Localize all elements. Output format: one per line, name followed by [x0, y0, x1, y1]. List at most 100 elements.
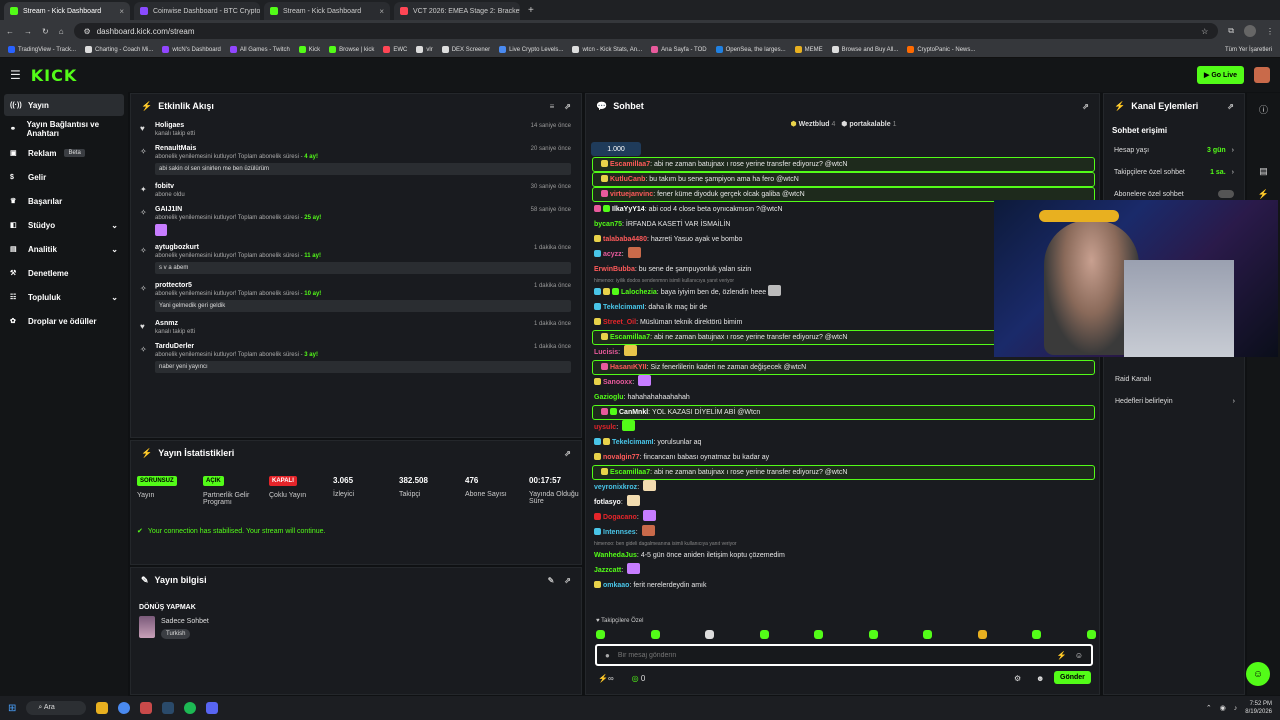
all-bookmarks[interactable]: Tüm Yer İşaretleri: [1225, 47, 1272, 53]
chat-access-row[interactable]: Takipçilere özel sohbet 1 sa. ›: [1104, 161, 1244, 183]
sidebar-item-topluluk[interactable]: ☷ Topluluk ⌄: [4, 286, 124, 308]
chat-username[interactable]: TekelcimamI: [603, 304, 645, 311]
bookmark-item[interactable]: wtcN's Dashboard: [162, 46, 221, 53]
chat-username[interactable]: HasanıKYII: [610, 364, 647, 371]
chat-username[interactable]: acyzz: [603, 251, 622, 258]
popout-icon[interactable]: ⇗: [1227, 102, 1234, 111]
chat-username[interactable]: veyronixkroz: [594, 484, 637, 491]
channel-action-row[interactable]: Raid Kanalı: [1105, 368, 1245, 390]
kick-emote-icon[interactable]: ⚡: [1057, 651, 1067, 660]
quick-emote-icon[interactable]: [868, 630, 878, 639]
chat-username[interactable]: Lucisis: [594, 349, 618, 356]
lightning-rail-icon[interactable]: ⚡: [1247, 189, 1280, 200]
chat-username[interactable]: ErwinBubba: [594, 266, 635, 273]
sidebar-item-gelir[interactable]: $ Gelir: [4, 166, 124, 188]
profile-avatar[interactable]: [1244, 25, 1256, 37]
url-field[interactable]: ⚙ dashboard.kick.com/stream ☆: [73, 23, 1219, 39]
filter-icon[interactable]: ≡: [550, 102, 555, 111]
browser-tab[interactable]: Coinwise Dashboard - BTC Crypto×: [134, 2, 260, 20]
start-icon[interactable]: ⊞: [8, 703, 16, 714]
send-button[interactable]: Gönder: [1054, 671, 1091, 684]
chat-username[interactable]: Escamillaa7: [610, 334, 650, 341]
quick-emote-icon[interactable]: [977, 630, 987, 639]
discord-icon[interactable]: [206, 702, 219, 714]
sidebar-item-droplar-ve-ödüller[interactable]: ✿ Droplar ve ödüller: [4, 310, 124, 332]
activity-username[interactable]: TarduDerler: [155, 343, 571, 350]
site-info-icon[interactable]: ⚙: [84, 27, 91, 36]
tab-close-icon[interactable]: ×: [119, 7, 124, 16]
chat-username[interactable]: Lalochezia: [621, 289, 657, 296]
sidebar-item-reklam[interactable]: ▣ Reklam Beta: [4, 142, 124, 164]
bookmark-item[interactable]: Live Crypto Levels...: [499, 46, 563, 53]
sidebar-item-stüdyo[interactable]: ◧ Stüdyo ⌄: [4, 214, 124, 236]
bookmark-item[interactable]: Browse | kick: [329, 46, 374, 53]
chat-username[interactable]: bycan75: [594, 221, 622, 228]
chat-username[interactable]: virtuejanvinc: [610, 191, 653, 198]
activity-username[interactable]: RenaultMais: [155, 145, 571, 152]
activity-username[interactable]: GAIJ1IN: [155, 206, 571, 213]
volume-icon[interactable]: ♪: [1234, 705, 1238, 712]
bookmark-item[interactable]: DEX Screener: [441, 46, 490, 53]
bookmark-item[interactable]: vlr: [416, 46, 433, 53]
sidebar-item-yayın[interactable]: ((·)) Yayın: [4, 94, 124, 116]
bookmark-item[interactable]: MEME: [794, 46, 823, 53]
toggle-switch[interactable]: [1218, 190, 1234, 198]
kick-logo[interactable]: KICK: [31, 66, 78, 85]
quick-emote-icon[interactable]: [1086, 630, 1096, 639]
chat-username[interactable]: WanhedaJus: [594, 552, 637, 559]
browser-menu-icon[interactable]: ⋮: [1266, 27, 1274, 36]
info-icon[interactable]: ⓘ: [1247, 103, 1280, 116]
quick-emote-icon[interactable]: [923, 630, 933, 639]
chat-username[interactable]: TekelcimamI: [612, 439, 654, 446]
moderation-icon[interactable]: ☻: [1036, 674, 1044, 683]
mod-name[interactable]: portakalable: [849, 121, 890, 128]
category-name[interactable]: Sadece Sohbet: [161, 618, 209, 625]
points-display[interactable]: ◎ 0: [632, 674, 646, 683]
emoji-icon[interactable]: ☺: [1075, 651, 1083, 660]
sidebar-item-analitik[interactable]: ▤ Analitik ⌄: [4, 238, 124, 260]
chat-username[interactable]: omkaao: [603, 582, 629, 589]
activity-username[interactable]: Holigaes: [155, 122, 571, 129]
sidebar-item-denetleme[interactable]: ⚒ Denetleme: [4, 262, 124, 284]
forward-icon[interactable]: →: [24, 27, 32, 36]
bookmark-item[interactable]: TradingView - Track...: [8, 46, 76, 53]
tray-chevron-icon[interactable]: ⌃: [1206, 704, 1212, 712]
quick-emote-icon[interactable]: [596, 630, 605, 639]
chrome-icon[interactable]: [118, 702, 131, 714]
new-tab-icon[interactable]: +: [528, 5, 534, 16]
chat-username[interactable]: uysulc: [594, 424, 616, 431]
chat-input[interactable]: [617, 651, 1049, 659]
chat-username[interactable]: Escamillaa7: [610, 469, 650, 476]
wifi-icon[interactable]: ◉: [1220, 704, 1226, 712]
chat-username[interactable]: Intennses: [603, 529, 636, 536]
chat-username[interactable]: Dogacano: [603, 514, 637, 521]
taskbar-search[interactable]: ⌕ Ara: [26, 701, 87, 715]
steam-icon[interactable]: [162, 702, 175, 714]
quick-emote-icon[interactable]: [650, 630, 660, 639]
chat-username[interactable]: fotlasyo: [594, 499, 621, 506]
chat-username[interactable]: Jazzcatt: [594, 567, 621, 574]
chevron-down-icon[interactable]: ⌄: [111, 293, 118, 302]
app-icon[interactable]: [140, 702, 153, 714]
bookmark-item[interactable]: Ana Sayfa - TOD: [651, 46, 707, 53]
popout-icon[interactable]: ⇗: [564, 449, 571, 458]
channel-points-icon[interactable]: ⚡∞: [598, 674, 614, 683]
chat-username[interactable]: KutluCanb: [610, 176, 645, 183]
bookmark-item[interactable]: All Games - Twitch: [229, 46, 290, 53]
attach-icon[interactable]: ●: [605, 651, 610, 660]
spotify-icon[interactable]: [184, 702, 197, 714]
bookmark-star-icon[interactable]: ☆: [1201, 27, 1208, 36]
chat-username[interactable]: Sanooxx: [603, 379, 632, 386]
chat-username[interactable]: Street_Oil: [603, 319, 636, 326]
chat-access-row[interactable]: Hesap yaşı 3 gün ›: [1104, 139, 1244, 161]
activity-username[interactable]: prottector5: [155, 282, 571, 289]
chat-settings-icon[interactable]: ⚙: [1014, 674, 1021, 683]
back-icon[interactable]: ←: [6, 27, 14, 36]
bookmark-item[interactable]: EWC: [383, 46, 407, 53]
hamburger-menu-icon[interactable]: ☰: [10, 68, 21, 82]
activity-username[interactable]: aytugbozkurt: [155, 244, 571, 251]
browser-tab[interactable]: Stream - Kick Dashboard ×: [264, 2, 390, 20]
popout-icon[interactable]: ⇗: [564, 576, 571, 585]
help-chat-button[interactable]: ☺: [1246, 662, 1270, 686]
browser-tab[interactable]: Stream - Kick Dashboard ×: [4, 2, 130, 20]
